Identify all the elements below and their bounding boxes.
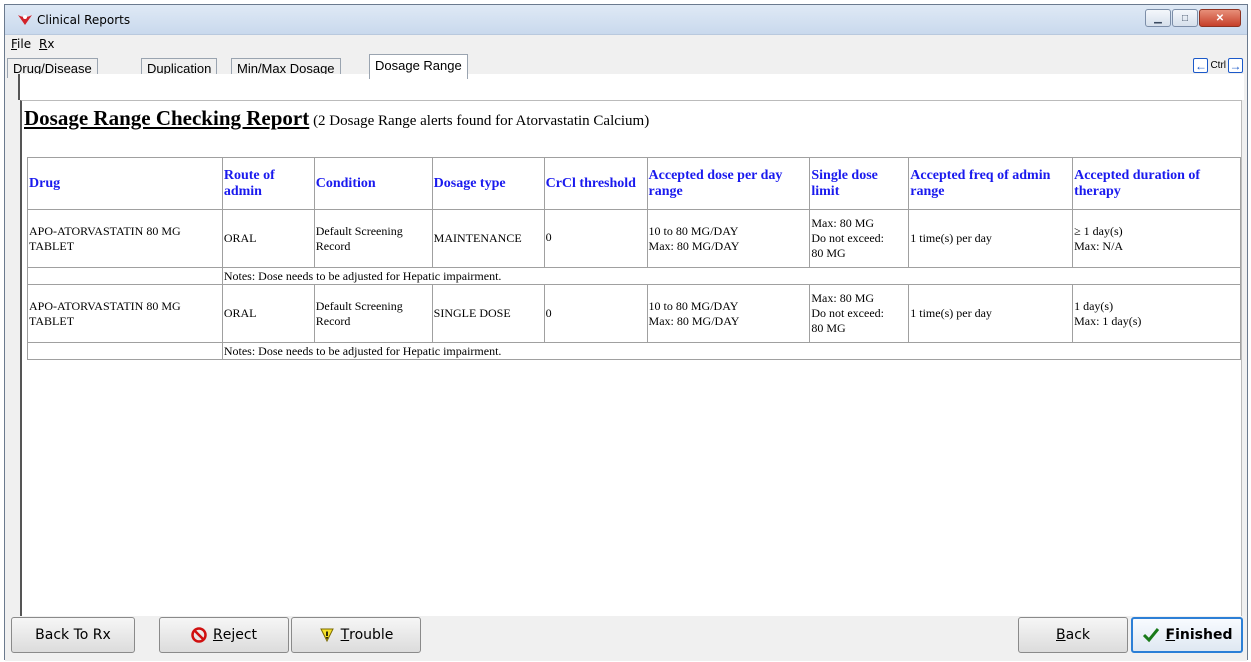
title-bar: Clinical Reports ▁ □ ✕ xyxy=(5,5,1247,35)
report-subtitle: (2 Dosage Range alerts found for Atorvas… xyxy=(313,113,650,129)
notes-spacer-cell xyxy=(27,267,223,285)
report-heading: Dosage Range Checking Report (2 Dosage R… xyxy=(24,106,649,131)
cell-route: ORAL xyxy=(221,209,315,268)
app-logo-icon xyxy=(17,13,33,27)
cell-notes: Notes: Dose needs to be adjusted for Hep… xyxy=(221,342,1242,360)
dose-range-line: 10 to 80 MG/DAY xyxy=(648,223,739,238)
single-dose-note: Do not exceed: xyxy=(811,231,884,245)
cell-condition: Default Screening Record xyxy=(313,284,433,343)
cell-single-dose: Max: 80 MG Do not exceed: 80 MG xyxy=(809,209,910,268)
cell-dosage-type: MAINTENANCE xyxy=(431,209,545,268)
finished-accel: F xyxy=(1165,627,1176,643)
back-button[interactable]: Back xyxy=(1018,617,1128,653)
duration-max: Max: 1 day(s) xyxy=(1074,313,1142,328)
menu-file[interactable]: File xyxy=(11,37,31,51)
column-header-dose-range: Accepted dose per day range xyxy=(646,157,811,210)
dosage-range-table: Drug Route of admin Condition Dosage typ… xyxy=(27,157,1242,360)
maximize-button[interactable]: □ xyxy=(1172,9,1198,27)
reject-accel: R xyxy=(212,627,223,643)
cell-drug: APO-ATORVASTATIN 80 MG TABLET xyxy=(27,284,223,343)
trouble-button[interactable]: Trouble xyxy=(291,617,421,653)
column-header-duration: Accepted duration of therapy xyxy=(1072,157,1241,210)
single-dose-value: 80 MG xyxy=(811,246,846,260)
column-header-condition: Condition xyxy=(313,157,433,210)
close-button[interactable]: ✕ xyxy=(1199,9,1241,27)
cell-frequency: 1 time(s) per day xyxy=(908,284,1074,343)
ctrl-label: Ctrl xyxy=(1210,60,1226,71)
table-header-row: Drug Route of admin Condition Dosage typ… xyxy=(27,157,1241,210)
single-dose-value: 80 MG xyxy=(811,321,846,335)
window-title: Clinical Reports xyxy=(37,13,131,27)
cell-crcl: 0 xyxy=(543,209,648,268)
tab-navigation: ← Ctrl → xyxy=(1193,58,1243,73)
reject-label: eject xyxy=(222,627,258,643)
finished-button[interactable]: Finished xyxy=(1131,617,1243,653)
menu-rx[interactable]: Rx xyxy=(39,37,54,51)
table-notes-row: Notes: Dose needs to be adjusted for Hep… xyxy=(27,267,1242,285)
menu-bar: File Rx xyxy=(5,35,1247,53)
warning-icon xyxy=(319,627,335,643)
single-dose-max: Max: 80 MG xyxy=(811,291,875,305)
single-dose-note: Do not exceed: xyxy=(811,306,884,320)
column-header-drug: Drug xyxy=(27,157,223,210)
maximize-icon: □ xyxy=(1181,12,1189,24)
cell-dose-range: 10 to 80 MG/DAY Max: 80 MG/DAY xyxy=(646,209,811,268)
menu-rx-label: x xyxy=(47,37,55,51)
checkmark-icon xyxy=(1142,627,1160,643)
single-dose-max: Max: 80 MG xyxy=(811,216,875,230)
trouble-accel: T xyxy=(340,627,350,643)
column-header-route: Route of admin xyxy=(221,157,315,210)
table-row: APO-ATORVASTATIN 80 MG TABLET ORAL Defau… xyxy=(27,284,1241,343)
notes-spacer-cell xyxy=(27,342,223,360)
close-icon: ✕ xyxy=(1215,12,1225,24)
dose-range-max: Max: 80 MG/DAY xyxy=(648,238,740,253)
table-row: APO-ATORVASTATIN 80 MG TABLET ORAL Defau… xyxy=(27,209,1241,268)
minimize-button[interactable]: ▁ xyxy=(1145,9,1171,27)
cell-single-dose: Max: 80 MG Do not exceed: 80 MG xyxy=(809,284,910,343)
cell-dosage-type: SINGLE DOSE xyxy=(431,284,545,343)
cell-drug: APO-ATORVASTATIN 80 MG TABLET xyxy=(27,209,223,268)
left-arrow-icon[interactable]: ← xyxy=(1193,58,1209,73)
back-accel: B xyxy=(1056,627,1066,643)
table-notes-row: Notes: Dose needs to be adjusted for Hep… xyxy=(27,342,1242,360)
right-arrow-icon[interactable]: → xyxy=(1228,58,1243,73)
cell-dose-range: 10 to 80 MG/DAY Max: 80 MG/DAY xyxy=(646,284,811,343)
cell-route: ORAL xyxy=(221,284,315,343)
minimize-icon: ▁ xyxy=(1154,12,1162,24)
cell-duration: ≥ 1 day(s) Max: N/A xyxy=(1072,209,1241,268)
action-bar: Back To Rx Reject Trouble Back Finished xyxy=(5,617,1247,661)
cell-notes: Notes: Dose needs to be adjusted for Hep… xyxy=(221,267,1242,285)
column-header-single-dose: Single dose limit xyxy=(809,157,910,210)
duration-min: ≥ 1 day(s) xyxy=(1074,223,1123,238)
column-header-crcl: CrCl threshold xyxy=(543,157,648,210)
column-header-frequency: Accepted freq of admin range xyxy=(908,157,1074,210)
dose-range-max: Max: 80 MG/DAY xyxy=(648,313,740,328)
report-frame-top xyxy=(18,74,1244,100)
report-title: Dosage Range Checking Report xyxy=(24,106,310,130)
tab-dosage-range[interactable]: Dosage Range xyxy=(369,54,468,79)
duration-min: 1 day(s) xyxy=(1074,298,1114,313)
reject-button[interactable]: Reject xyxy=(159,617,289,653)
column-header-dosage-type: Dosage type xyxy=(431,157,545,210)
duration-max: Max: N/A xyxy=(1074,238,1124,253)
cell-frequency: 1 time(s) per day xyxy=(908,209,1074,268)
back-to-rx-button[interactable]: Back To Rx xyxy=(11,617,135,653)
finished-label: inished xyxy=(1175,627,1233,643)
trouble-label: rouble xyxy=(349,627,394,643)
dose-range-line: 10 to 80 MG/DAY xyxy=(648,298,739,313)
back-label: ack xyxy=(1065,627,1090,643)
no-entry-icon xyxy=(191,627,207,643)
menu-file-label: ile xyxy=(17,37,32,51)
back-to-rx-label: Back To Rx xyxy=(35,627,111,643)
cell-duration: 1 day(s) Max: 1 day(s) xyxy=(1072,284,1241,343)
cell-crcl: 0 xyxy=(543,284,648,343)
cell-condition: Default Screening Record xyxy=(313,209,433,268)
